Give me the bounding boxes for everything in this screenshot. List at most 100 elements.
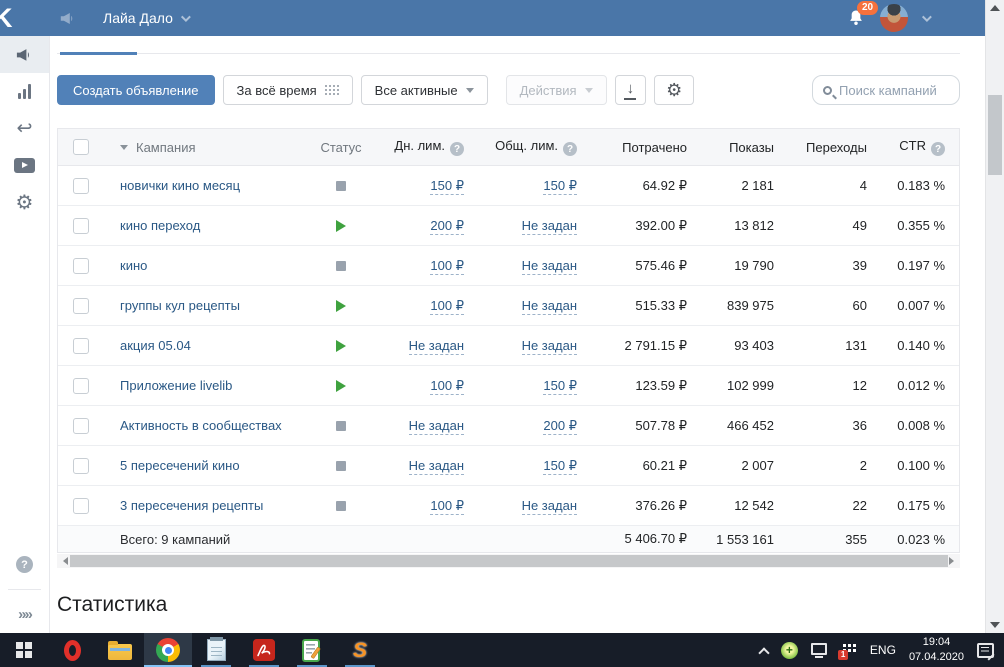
scroll-up-arrow-icon[interactable] (990, 5, 1000, 11)
table-row[interactable]: 5 пересечений кино Не задан 150 ₽ 60.21 … (58, 446, 959, 486)
table-row[interactable]: новички кино месяц 150 ₽ 150 ₽ 64.92 ₽ 2… (58, 166, 959, 206)
language-indicator[interactable]: ENG (870, 643, 896, 657)
sidebar-collapse-button[interactable]: »» (0, 596, 49, 633)
sidebar-item-retargeting[interactable]: ↩ (0, 110, 49, 147)
daily-limit-link[interactable]: Не задан (409, 338, 464, 355)
sidebar-item-campaigns[interactable] (0, 36, 49, 73)
row-checkbox[interactable] (73, 298, 89, 314)
row-checkbox[interactable] (73, 458, 89, 474)
scroll-right-arrow-icon[interactable] (949, 557, 958, 565)
total-limit-link[interactable]: Не задан (522, 298, 577, 315)
status-filter-button[interactable]: Все активные (361, 75, 488, 105)
campaign-link[interactable]: кино переход (120, 218, 200, 233)
scroll-down-arrow-icon[interactable] (990, 622, 1000, 628)
campaign-link[interactable]: 5 пересечений кино (120, 458, 240, 473)
daily-limit-link[interactable]: 100 ₽ (430, 498, 464, 515)
total-limit-link[interactable]: 150 ₽ (543, 458, 577, 475)
total-limit-link[interactable]: Не задан (522, 338, 577, 355)
horizontal-scrollbar[interactable] (57, 554, 960, 568)
daily-limit-link[interactable]: Не задан (409, 418, 464, 435)
account-menu[interactable]: Лайа Дало (103, 10, 188, 26)
row-checkbox[interactable] (73, 218, 89, 234)
tray-expand-icon[interactable] (758, 647, 769, 658)
search-input[interactable] (839, 83, 949, 98)
select-all-checkbox[interactable] (73, 139, 89, 155)
column-status[interactable]: Статус (304, 140, 378, 155)
total-limit-link[interactable]: Не задан (522, 258, 577, 275)
taskbar-item-explorer[interactable] (96, 633, 144, 667)
action-center-icon[interactable] (977, 643, 994, 658)
column-daily-limit[interactable]: Дн. лим. (378, 138, 478, 157)
taskbar-item-acrobat[interactable] (240, 633, 288, 667)
row-checkbox[interactable] (73, 178, 89, 194)
table-settings-button[interactable]: ⚙ (654, 75, 694, 105)
vertical-scrollbar-thumb[interactable] (988, 95, 1002, 175)
horizontal-scrollbar-thumb[interactable] (70, 555, 948, 567)
table-row[interactable]: группы кул рецепты 100 ₽ Не задан 515.33… (58, 286, 959, 326)
export-button[interactable]: ↓ (615, 75, 647, 105)
campaign-link[interactable]: Активность в сообществах (120, 418, 282, 433)
network-tray-icon[interactable] (811, 643, 827, 655)
help-icon[interactable] (450, 142, 464, 156)
sidebar-item-help[interactable]: ? (0, 546, 49, 583)
vertical-scrollbar[interactable] (985, 0, 1004, 633)
table-row[interactable]: Приложение livelib 100 ₽ 150 ₽ 123.59 ₽ … (58, 366, 959, 406)
total-limit-link[interactable]: 150 ₽ (543, 178, 577, 195)
help-icon[interactable] (563, 142, 577, 156)
clock[interactable]: 19:04 07.04.2020 (909, 635, 964, 665)
start-button[interactable] (0, 633, 48, 667)
row-checkbox[interactable] (73, 498, 89, 514)
campaign-search[interactable] (812, 75, 960, 105)
row-checkbox[interactable] (73, 258, 89, 274)
chevron-down-icon[interactable] (922, 12, 932, 22)
vk-logo[interactable]: K (0, 0, 39, 36)
daily-limit-link[interactable]: 100 ₽ (430, 258, 464, 275)
total-limit-link[interactable]: Не задан (522, 218, 577, 235)
column-ctr[interactable]: CTR (881, 138, 959, 157)
updates-tray-icon[interactable]: 1 (840, 642, 857, 658)
avatar[interactable] (880, 4, 908, 32)
taskbar-item-opera[interactable] (48, 633, 96, 667)
help-icon[interactable] (931, 142, 945, 156)
row-checkbox[interactable] (73, 338, 89, 354)
table-row[interactable]: кино переход 200 ₽ Не задан 392.00 ₽ 13 … (58, 206, 959, 246)
campaign-link[interactable]: новички кино месяц (120, 178, 240, 193)
sidebar-item-video[interactable] (0, 147, 49, 184)
total-limit-link[interactable]: 150 ₽ (543, 378, 577, 395)
campaign-link[interactable]: акция 05.04 (120, 338, 191, 353)
column-impressions[interactable]: Показы (701, 140, 788, 155)
create-ad-button[interactable]: Создать объявление (57, 75, 215, 105)
actions-button[interactable]: Действия (506, 75, 607, 105)
table-row[interactable]: Активность в сообществах Не задан 200 ₽ … (58, 406, 959, 446)
row-checkbox[interactable] (73, 378, 89, 394)
notifications-button[interactable]: 20 (846, 8, 866, 28)
taskbar-item-notepad[interactable] (192, 633, 240, 667)
taskbar-item-editor[interactable] (288, 633, 336, 667)
column-total-limit[interactable]: Общ. лим. (478, 138, 591, 157)
daily-limit-link[interactable]: Не задан (409, 458, 464, 475)
scroll-left-arrow-icon[interactable] (59, 557, 68, 565)
sidebar-item-settings[interactable]: ⚙ (0, 184, 49, 221)
column-clicks[interactable]: Переходы (788, 140, 881, 155)
column-campaign[interactable]: Кампания (104, 140, 304, 155)
campaign-link[interactable]: 3 пересечения рецепты (120, 498, 263, 513)
table-row[interactable]: кино 100 ₽ Не задан 575.46 ₽ 19 790 39 0… (58, 246, 959, 286)
taskbar-item-chrome[interactable] (144, 633, 192, 667)
row-checkbox[interactable] (73, 418, 89, 434)
total-limit-link[interactable]: 200 ₽ (543, 418, 577, 435)
sidebar-item-statistics[interactable] (0, 73, 49, 110)
daily-limit-link[interactable]: 150 ₽ (430, 178, 464, 195)
column-spent[interactable]: Потрачено (591, 140, 701, 155)
campaign-link[interactable]: группы кул рецепты (120, 298, 240, 313)
table-row[interactable]: 3 пересечения рецепты 100 ₽ Не задан 376… (58, 486, 959, 526)
taskbar-item-sumatra[interactable]: S (336, 633, 384, 667)
daily-limit-link[interactable]: 200 ₽ (430, 218, 464, 235)
daily-limit-link[interactable]: 100 ₽ (430, 378, 464, 395)
campaign-link[interactable]: Приложение livelib (120, 378, 232, 393)
antivirus-tray-icon[interactable]: + (781, 642, 798, 659)
period-filter-button[interactable]: За всё время (223, 75, 353, 105)
total-limit-link[interactable]: Не задан (522, 498, 577, 515)
daily-limit-link[interactable]: 100 ₽ (430, 298, 464, 315)
campaign-link[interactable]: кино (120, 258, 147, 273)
table-row[interactable]: акция 05.04 Не задан Не задан 2 791.15 ₽… (58, 326, 959, 366)
